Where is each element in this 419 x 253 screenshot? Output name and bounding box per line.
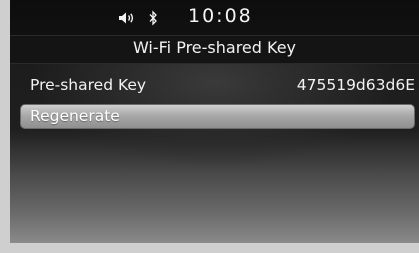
pre-shared-key-label: Pre-shared Key [30,76,147,94]
status-icons [118,8,158,28]
pre-shared-key-value: 475519d63d6E [296,76,415,94]
title-bar: Wi-Fi Pre-shared Key [10,35,419,64]
device-frame: 10:08 Wi-Fi Pre-shared Key Pre-shared Ke… [0,0,419,253]
regenerate-button[interactable]: Regenerate [20,104,415,129]
clock: 10:08 [188,5,253,27]
volume-icon [118,11,136,25]
status-bar: 10:08 [10,0,419,35]
pre-shared-key-row: Pre-shared Key 475519d63d6E [20,74,415,98]
page-title: Wi-Fi Pre-shared Key [132,38,297,57]
bluetooth-icon [148,10,158,26]
screen: 10:08 Wi-Fi Pre-shared Key Pre-shared Ke… [10,0,419,243]
regenerate-label: Regenerate [30,107,120,125]
